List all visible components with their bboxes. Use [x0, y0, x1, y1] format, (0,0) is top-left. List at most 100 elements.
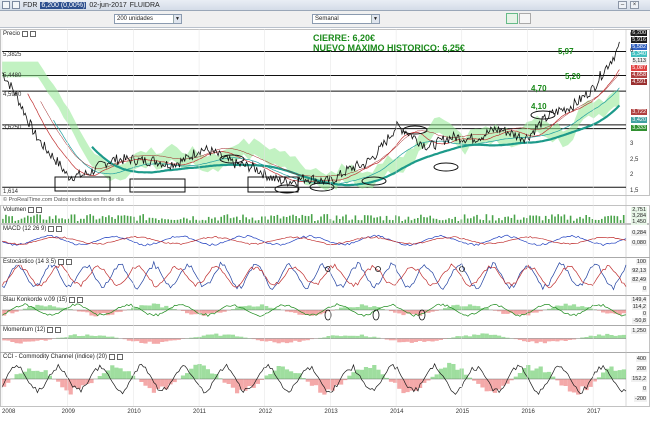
cci-bar	[147, 379, 152, 389]
volume-bar	[498, 218, 500, 223]
cci-tag: 400	[635, 356, 647, 362]
panel-close-icon[interactable]	[56, 226, 63, 232]
stochastic-tag: 82,49	[631, 277, 647, 283]
close-icon[interactable]: ×	[630, 1, 639, 9]
panel-settings-icon[interactable]	[48, 226, 55, 232]
price-tick-label: 6,5	[630, 32, 639, 38]
stochastic-d-line	[1, 263, 627, 289]
chevron-down-icon: ▼	[371, 15, 379, 23]
volume-bar	[351, 219, 353, 223]
momentum-bar	[147, 338, 152, 342]
volume-bar	[569, 215, 572, 223]
volume-bar	[579, 216, 581, 223]
volume-bar	[48, 216, 51, 223]
cci-bar	[580, 379, 585, 387]
volume-bar	[420, 214, 422, 223]
indicator-tool-icon[interactable]	[506, 13, 518, 24]
momentum-bar	[601, 335, 606, 339]
year-label: 2013	[324, 409, 338, 415]
price-tick-label: 1,5	[630, 188, 639, 194]
cci-bar	[563, 379, 568, 386]
cci-bar	[60, 379, 65, 388]
momentum-bar	[538, 338, 543, 342]
blau-bar	[526, 310, 531, 316]
quote-value: 6,200 (0,00%)	[40, 1, 87, 9]
panel-close-icon[interactable]	[36, 207, 43, 213]
volume-bar	[357, 220, 360, 223]
volume-bar	[176, 219, 179, 223]
volume-bar	[270, 215, 272, 223]
panel-settings-icon[interactable]	[109, 354, 116, 360]
cci-bar	[547, 371, 552, 379]
panel-close-icon[interactable]	[66, 259, 73, 265]
momentum-bar	[2, 338, 7, 341]
volume-bar	[8, 216, 10, 223]
momentum-bar	[160, 338, 165, 342]
momentum-bar	[259, 338, 265, 342]
cci-bar	[122, 371, 127, 379]
volume-bar	[151, 217, 154, 223]
volume-bar	[304, 215, 307, 223]
volume-bar	[323, 214, 325, 223]
volume-bar	[413, 218, 416, 223]
momentum-bar	[255, 338, 260, 341]
momentum-bar	[289, 338, 294, 343]
volume-bar	[158, 220, 160, 223]
chart-area[interactable]: Precio © ProRealTime.com Datos recibidos…	[0, 29, 650, 433]
window-menu-icon[interactable]	[2, 1, 10, 9]
panel-settings-icon[interactable]	[58, 259, 65, 265]
source-note: © ProRealTime.com Datos recibidos en fin…	[2, 197, 125, 203]
price-tag: 5,113	[631, 58, 647, 64]
volume-bar	[242, 214, 244, 223]
draw-tool-icon[interactable]	[519, 13, 531, 24]
volume-bar	[601, 218, 603, 223]
momentum-bar	[43, 338, 48, 341]
momentum-bar	[210, 334, 215, 339]
blau-bar	[10, 310, 15, 314]
panel-close-icon[interactable]	[117, 354, 124, 360]
momentum-bar	[334, 335, 339, 339]
blau-bar	[339, 307, 344, 310]
panel-close-icon[interactable]	[77, 297, 84, 303]
period-select[interactable]: Semanal ▼	[312, 14, 380, 24]
momentum-bar	[239, 336, 244, 339]
blau-bar	[51, 306, 57, 310]
volume-bar	[463, 214, 466, 223]
momentum-bar	[14, 338, 19, 344]
price-tick-label: 2	[630, 172, 634, 179]
minimize-icon[interactable]: –	[618, 1, 627, 9]
volume-bar	[70, 214, 73, 223]
panel-settings-icon[interactable]	[22, 31, 29, 37]
volume-bar	[519, 219, 522, 223]
momentum-bar	[405, 338, 410, 342]
volume-bar	[317, 220, 319, 223]
volume-bar	[285, 217, 288, 223]
panel-settings-icon[interactable]	[28, 207, 35, 213]
volume-bar	[488, 220, 491, 223]
volume-bar	[226, 214, 229, 223]
momentum-bar	[143, 338, 148, 344]
blau-bar	[131, 307, 136, 310]
price-tick-label: 2,5	[630, 156, 639, 163]
momentum-bar	[151, 338, 156, 344]
blau-bar	[155, 303, 161, 310]
panel-settings-icon[interactable]	[47, 327, 54, 333]
momentum-bar	[139, 338, 144, 343]
panel-close-icon[interactable]	[30, 31, 37, 37]
panel-close-icon[interactable]	[55, 327, 62, 333]
annotation-level: 5,20	[565, 72, 581, 81]
momentum-bar	[6, 338, 11, 341]
volume-bar	[557, 214, 559, 223]
chart-type-icon[interactable]	[12, 1, 20, 9]
cci-bar	[430, 376, 435, 379]
units-select[interactable]: 200 unidades ▼	[114, 14, 182, 24]
panel-settings-icon[interactable]	[69, 297, 76, 303]
cci-bar	[555, 379, 560, 381]
volume-bar	[507, 216, 509, 223]
volume-bar	[604, 216, 606, 223]
momentum-bar	[226, 334, 231, 339]
chart-canvas[interactable]	[0, 29, 650, 433]
volume-bar	[320, 216, 322, 223]
left-price-label: 4,5900	[3, 92, 22, 98]
volume-bar	[345, 214, 347, 223]
